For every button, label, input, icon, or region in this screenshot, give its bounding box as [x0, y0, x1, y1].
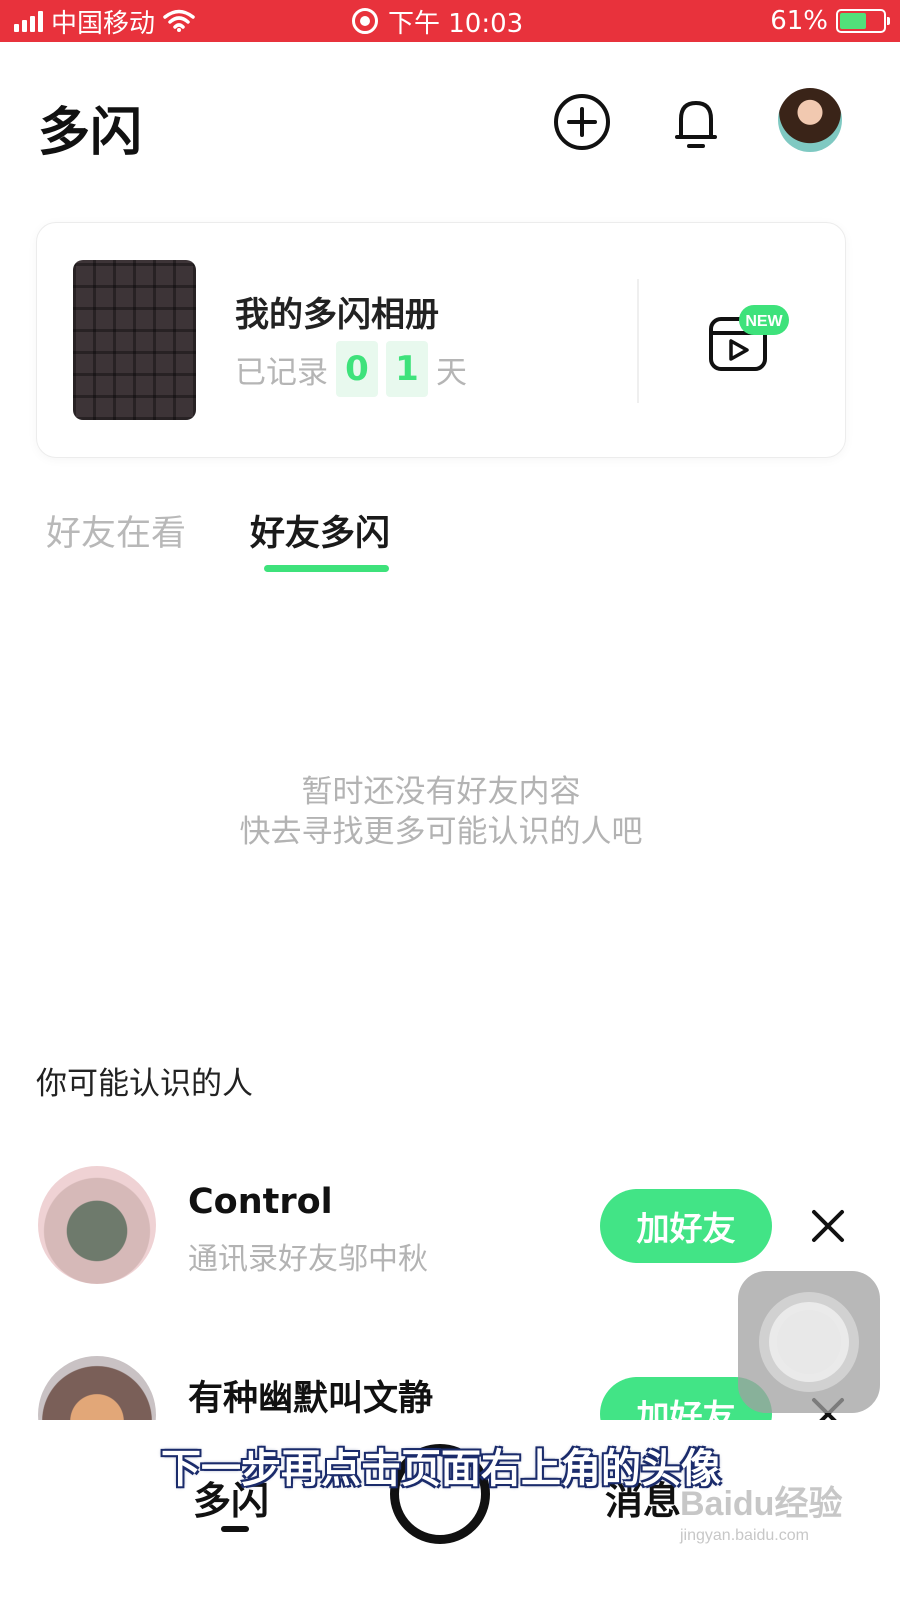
wifi-icon	[163, 9, 195, 32]
profile-avatar[interactable]	[778, 88, 842, 152]
album-title: 我的多闪相册	[235, 295, 439, 335]
suggestion-name[interactable]: 有种幽默叫文静	[188, 1370, 433, 1421]
suggestions-title: 你可能认识的人	[36, 1066, 253, 1102]
watermark-url: jingyan.baidu.com	[680, 1527, 809, 1544]
record-digit: 1	[386, 341, 428, 397]
empty-state-line2: 快去寻找更多可能认识的人吧	[239, 814, 643, 850]
suggestion-subtitle: 通讯录好友邬中秋	[188, 1242, 428, 1277]
close-icon[interactable]	[810, 1208, 846, 1244]
assistive-touch-button[interactable]	[738, 1271, 880, 1413]
album-record-days: 已记录 0 1 天	[235, 341, 467, 397]
baidu-watermark: Baidu经验 jingyan.baidu.com	[680, 1476, 842, 1545]
tab-friends-duoshan[interactable]: 好友多闪	[250, 505, 390, 556]
status-bar: 中国移动 下午 10:03 61%	[0, 0, 900, 42]
watermark-logo: Baidu经验	[680, 1485, 843, 1523]
battery-fill	[840, 13, 866, 29]
record-prefix: 已记录	[235, 354, 328, 391]
battery-percent: 61%	[770, 6, 828, 36]
nav-home-indicator	[221, 1526, 249, 1532]
screen-record-icon	[352, 8, 378, 34]
add-friend-button[interactable]: 加好友	[600, 1189, 772, 1263]
battery-icon	[836, 9, 890, 33]
status-right: 61%	[770, 0, 890, 42]
signal-icon	[14, 10, 43, 32]
video-album-icon[interactable]: NEW	[707, 303, 791, 373]
assistive-ring	[759, 1292, 859, 1392]
status-center: 下午 10:03	[352, 0, 523, 42]
app-title: 多闪	[38, 103, 143, 163]
status-time: 下午 10:03	[388, 8, 524, 39]
album-thumbnail	[73, 260, 196, 420]
new-badge-text: NEW	[745, 313, 783, 330]
suggestion-avatar[interactable]	[38, 1166, 156, 1284]
bell-icon[interactable]	[667, 93, 725, 151]
suggestion-name[interactable]: Control	[188, 1182, 333, 1222]
assistive-ring	[769, 1302, 849, 1382]
status-left: 中国移动	[14, 0, 195, 42]
tab-friends-watching[interactable]: 好友在看	[46, 505, 186, 556]
plus-circle-icon[interactable]	[553, 93, 611, 151]
assistive-core	[777, 1310, 841, 1374]
carrier-name: 中国移动	[51, 8, 156, 39]
tab-active-indicator	[264, 565, 389, 572]
album-card[interactable]: 我的多闪相册 已记录 0 1 天 NEW	[36, 222, 846, 458]
empty-state-line1: 暂时还没有好友内容	[301, 774, 581, 810]
album-divider	[637, 279, 639, 403]
record-digit: 0	[336, 341, 378, 397]
record-suffix: 天	[436, 354, 467, 391]
